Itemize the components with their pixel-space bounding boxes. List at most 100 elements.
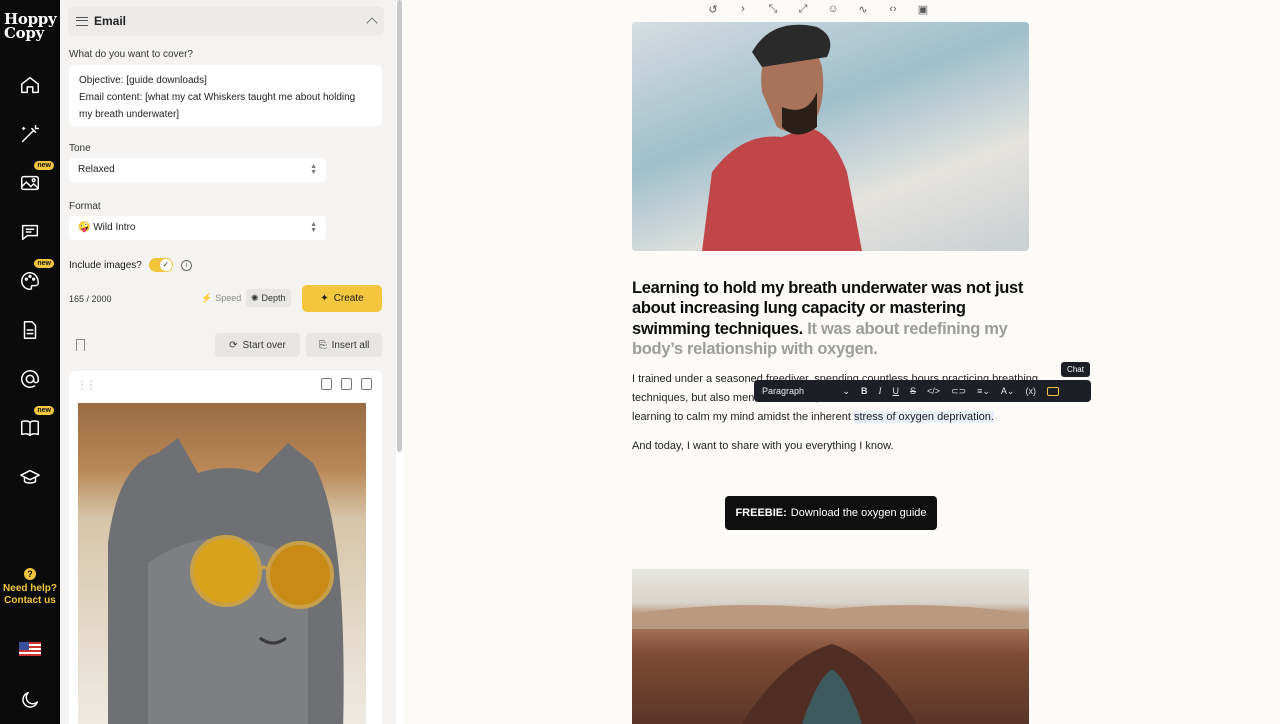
expand-icon[interactable]: ⤢ (796, 3, 810, 16)
start-over-button[interactable]: ⟳ Start over (215, 333, 300, 357)
paragraph-style-label: Paragraph (762, 385, 805, 396)
format-select[interactable]: 🤪 Wild Intro ▲ ▼ (69, 216, 326, 240)
strikethrough-icon[interactable]: S (910, 386, 916, 396)
underline-icon[interactable]: U (893, 386, 900, 396)
chevron-down-icon: ⌄ (842, 385, 850, 396)
graduation-cap-icon (20, 469, 40, 484)
nav-chat[interactable] (14, 216, 46, 248)
format-bubble-menu: Paragraph ⌄ B I U S </> ⊂⊃ ≡⌄ A⌄ (x) (754, 380, 1091, 402)
nav-palette[interactable]: new (14, 259, 54, 297)
variable-icon[interactable]: (x) (1025, 386, 1036, 396)
cover-label: What do you want to cover? (69, 49, 193, 60)
freebie-download-button[interactable]: FREEBIE: Download the oxygen guide (725, 496, 937, 530)
panel-scrollbar[interactable] (396, 0, 404, 724)
hoppy-copy-logo[interactable]: Hoppy Copy (4, 12, 57, 42)
brain-icon: ✺ (251, 292, 259, 303)
nav-home[interactable] (14, 69, 46, 101)
editor-toolbar: ↺ › ⤡ ⤢ ☺ ∿ ‹› ▣ (706, 3, 930, 16)
nav-library[interactable]: new (14, 406, 54, 444)
email-heading[interactable]: Learning to hold my breath underwater wa… (632, 278, 1032, 359)
depth-mode-button[interactable]: ✺ Depth (246, 289, 291, 307)
collapse-icon[interactable]: ⤡ (766, 3, 780, 16)
tone-select[interactable]: Relaxed ▲ ▼ (69, 158, 326, 182)
include-images-label: Include images? (69, 259, 142, 271)
cat-with-sunglasses-image (78, 403, 366, 724)
nav-documents[interactable] (14, 314, 46, 346)
link-icon[interactable]: ⊂⊃ (951, 386, 966, 397)
new-badge: new (34, 406, 54, 415)
tone-value: Relaxed (78, 164, 115, 175)
us-flag-icon[interactable] (19, 642, 41, 656)
chat-tooltip: Chat (1061, 362, 1090, 377)
bold-icon[interactable]: B (861, 386, 868, 396)
logo-line2: Copy (4, 24, 44, 42)
align-icon[interactable]: ≡⌄ (977, 386, 990, 397)
start-over-label: Start over (242, 339, 286, 351)
info-icon[interactable]: i (180, 259, 192, 271)
format-label: Format (69, 201, 101, 212)
trash-icon[interactable] (361, 378, 372, 390)
speed-label: Speed (215, 293, 242, 303)
help-link[interactable]: ? Need help? Contact us (0, 568, 60, 607)
waveform-icon[interactable]: ∿ (856, 3, 870, 16)
include-images-row: Include images? i (69, 258, 192, 272)
dark-mode-toggle[interactable] (14, 684, 46, 716)
file-icon[interactable] (321, 378, 332, 390)
bookmark-icon[interactable] (76, 339, 85, 351)
italic-icon[interactable]: I (879, 386, 882, 396)
para1-line3-pre: learning to calm my mind amidst the inhe… (632, 411, 854, 423)
character-count: 165 / 2000 (69, 294, 112, 304)
cover-line-2: Email content: [what my cat Whiskers tau… (79, 92, 356, 103)
include-images-toggle[interactable] (148, 258, 173, 272)
home-icon (21, 76, 39, 94)
undo-icon[interactable]: ↺ (706, 3, 720, 16)
paragraph-style-select[interactable]: Paragraph ⌄ (762, 386, 850, 397)
left-nav: Hoppy Copy new new new ? Need help? Cont… (0, 0, 60, 724)
nav-email[interactable] (14, 363, 46, 395)
refresh-icon: ⟳ (229, 339, 238, 351)
scroll-thumb[interactable] (397, 0, 402, 452)
depth-label: Depth (261, 293, 286, 303)
question-icon: ? (24, 568, 36, 580)
cover-line-3: my breath underwater] (79, 109, 180, 120)
cover-textarea[interactable]: Objective: [guide downloads] Email conte… (69, 65, 382, 126)
emoji-icon[interactable]: ☺ (826, 3, 840, 16)
cover-line-1: Objective: [guide downloads] (79, 75, 207, 86)
drag-handle-icon[interactable]: ⋮⋮ (77, 380, 96, 391)
select-arrows-icon: ▲ ▼ (310, 163, 317, 176)
nav-academy[interactable] (14, 461, 46, 493)
tone-label: Tone (69, 143, 91, 154)
result-card: ⋮⋮ (69, 371, 382, 724)
text-color-icon[interactable]: A⌄ (1001, 386, 1015, 397)
magic-wand-icon (21, 125, 39, 143)
speed-mode-button[interactable]: ⚡ Speed (196, 289, 246, 307)
menu-icon (76, 16, 88, 26)
email-paragraph-2[interactable]: And today, I want to share with you ever… (632, 437, 1072, 456)
code-icon[interactable]: </> (927, 386, 940, 396)
insert-all-label: Insert all (331, 339, 370, 351)
moon-icon (22, 691, 39, 708)
new-badge: new (34, 161, 54, 170)
nav-images[interactable]: new (14, 161, 54, 199)
help-line1: Need help? (3, 583, 57, 594)
new-badge: new (34, 259, 54, 268)
insert-all-button[interactable]: ⎘ Insert all (306, 333, 382, 357)
document-icon (23, 321, 37, 339)
code-icon[interactable]: ‹› (886, 3, 900, 16)
create-label: Create (333, 293, 364, 304)
palette-icon (21, 272, 39, 290)
chevron-right-icon[interactable]: › (736, 3, 750, 16)
at-sign-icon (21, 370, 39, 388)
image-icon (21, 175, 39, 191)
format-emoji: 🤪 (78, 222, 91, 233)
chat-icon[interactable] (1046, 386, 1059, 396)
man-breathing-image[interactable] (632, 22, 1029, 251)
chat-icon (21, 224, 39, 241)
create-button[interactable]: ✦ Create (302, 285, 382, 312)
clapperboard-icon[interactable]: ▣ (916, 3, 930, 16)
canyon-image[interactable] (632, 569, 1029, 724)
copy-icon[interactable] (341, 378, 352, 390)
nav-magic[interactable] (14, 118, 46, 150)
freebie-text: Download the oxygen guide (790, 507, 927, 519)
panel-header[interactable]: Email (68, 6, 384, 36)
